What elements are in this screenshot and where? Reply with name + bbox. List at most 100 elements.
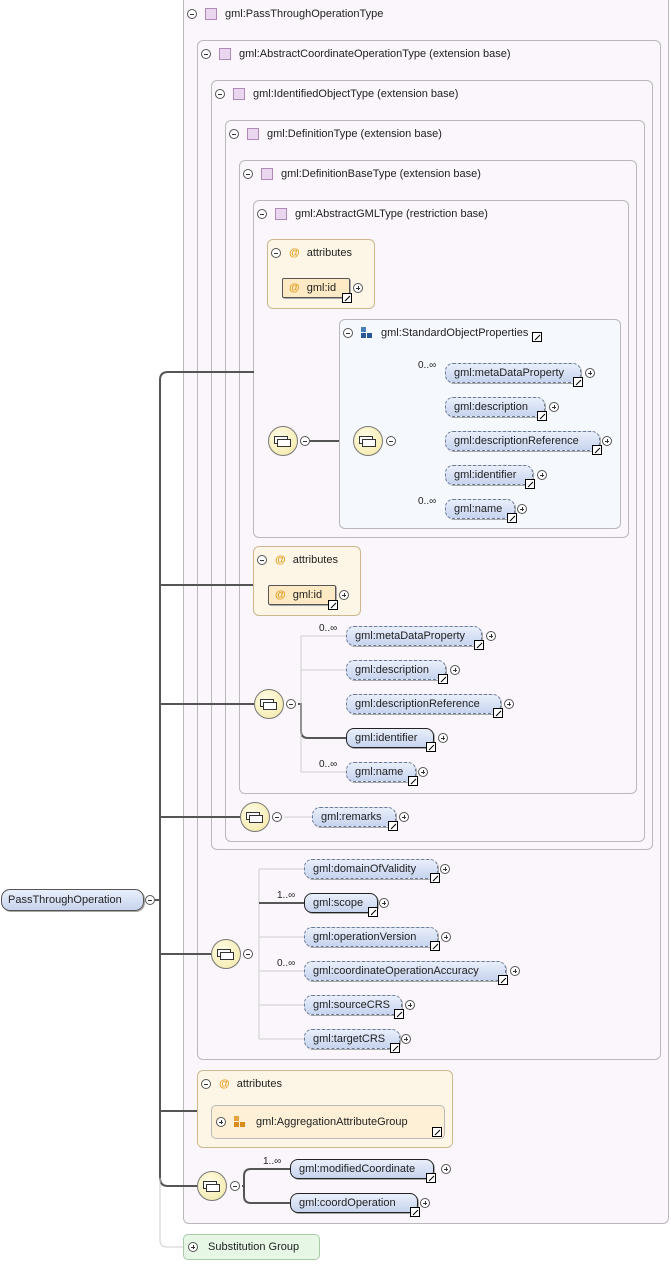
expand-toggle-icon[interactable] — [440, 864, 450, 874]
expand-toggle-icon[interactable] — [420, 1198, 430, 1208]
reference-arrow-icon[interactable] — [430, 873, 440, 883]
collapse-toggle-icon[interactable] — [243, 949, 253, 959]
attribute-group-name: gml:AggregationAttributeGroup — [256, 1116, 408, 1128]
element-sourcecrs[interactable]: gml:sourceCRS — [304, 995, 402, 1015]
collapse-toggle-icon[interactable] — [201, 49, 211, 59]
reference-arrow-icon[interactable] — [426, 1173, 436, 1183]
expand-toggle-icon[interactable] — [401, 1034, 411, 1044]
cardinality-label: 0..∞ — [277, 958, 296, 969]
element-scope[interactable]: gml:scope — [304, 893, 378, 913]
expand-toggle-icon[interactable] — [549, 402, 559, 412]
expand-toggle-icon[interactable] — [339, 590, 349, 600]
reference-arrow-icon[interactable] — [474, 640, 484, 650]
collapse-toggle-icon[interactable] — [243, 169, 253, 179]
expand-toggle-icon[interactable] — [504, 699, 514, 709]
expand-toggle-icon[interactable] — [216, 1117, 226, 1127]
collapse-toggle-icon[interactable] — [271, 248, 281, 258]
attribute-gml-id[interactable]: @ gml:id — [268, 585, 336, 605]
element-descriptionreference[interactable]: gml:descriptionReference — [445, 431, 600, 451]
element-name[interactable]: gml:name — [445, 499, 515, 519]
reference-arrow-icon[interactable] — [408, 776, 418, 786]
element-name[interactable]: gml:name — [346, 762, 416, 782]
expand-toggle-icon[interactable] — [450, 665, 460, 675]
reference-arrow-icon[interactable] — [573, 377, 583, 387]
expand-toggle-icon[interactable] — [537, 470, 547, 480]
reference-arrow-icon[interactable] — [507, 513, 517, 523]
collapse-toggle-icon[interactable] — [386, 436, 396, 446]
reference-arrow-icon[interactable] — [537, 411, 547, 421]
element-modifiedcoordinate[interactable]: gml:modifiedCoordinate — [290, 1159, 434, 1179]
reference-arrow-icon[interactable] — [592, 445, 602, 455]
element-description[interactable]: gml:description — [346, 660, 446, 680]
element-domainofvalidity[interactable]: gml:domainOfValidity — [304, 859, 438, 879]
collapse-toggle-icon[interactable] — [145, 895, 155, 905]
element-name: gml:identifier — [454, 469, 517, 481]
reference-arrow-icon[interactable] — [410, 1207, 420, 1217]
reference-arrow-icon[interactable] — [493, 708, 503, 718]
sequence-icon[interactable] — [240, 802, 270, 832]
element-remarks[interactable]: gml:remarks — [312, 807, 396, 827]
attribute-group-aggregation[interactable]: gml:AggregationAttributeGroup — [211, 1105, 445, 1139]
element-identifier[interactable]: gml:identifier — [346, 728, 434, 748]
collapse-toggle-icon[interactable] — [187, 9, 197, 19]
expand-toggle-icon[interactable] — [353, 283, 363, 293]
expand-toggle-icon[interactable] — [602, 436, 612, 446]
reference-arrow-icon[interactable] — [430, 941, 440, 951]
collapse-toggle-icon[interactable] — [229, 129, 239, 139]
collapse-toggle-icon[interactable] — [257, 209, 267, 219]
expand-toggle-icon[interactable] — [405, 1000, 415, 1010]
collapse-toggle-icon[interactable] — [201, 1079, 211, 1089]
cardinality-label: 0..∞ — [319, 623, 338, 634]
reference-arrow-icon[interactable] — [532, 332, 543, 342]
sequence-icon[interactable] — [268, 426, 298, 456]
expand-toggle-icon[interactable] — [379, 898, 389, 908]
element-description[interactable]: gml:description — [445, 397, 545, 417]
collapse-toggle-icon[interactable] — [215, 89, 225, 99]
reference-arrow-icon[interactable] — [426, 742, 436, 752]
element-name: gml:descriptionReference — [454, 435, 579, 447]
expand-toggle-icon[interactable] — [486, 631, 496, 641]
expand-toggle-icon[interactable] — [438, 733, 448, 743]
element-descriptionreference[interactable]: gml:descriptionReference — [346, 694, 501, 714]
reference-arrow-icon[interactable] — [328, 600, 338, 610]
element-identifier[interactable]: gml:identifier — [445, 465, 533, 485]
expand-toggle-icon[interactable] — [399, 812, 409, 822]
reference-arrow-icon[interactable] — [390, 1043, 400, 1053]
reference-arrow-icon[interactable] — [368, 907, 378, 917]
element-metadataproperty[interactable]: gml:metaDataProperty — [445, 363, 581, 383]
collapse-toggle-icon[interactable] — [286, 699, 296, 709]
reference-arrow-icon[interactable] — [525, 479, 535, 489]
element-targetcrs[interactable]: gml:targetCRS — [304, 1029, 400, 1049]
reference-arrow-icon[interactable] — [498, 975, 508, 985]
element-metadataproperty[interactable]: gml:metaDataProperty — [346, 626, 482, 646]
sequence-icon[interactable] — [211, 939, 241, 969]
attribute-gml-id[interactable]: @ gml:id — [282, 278, 350, 298]
expand-toggle-icon[interactable] — [188, 1242, 198, 1252]
reference-arrow-icon[interactable] — [438, 674, 448, 684]
collapse-toggle-icon[interactable] — [230, 1181, 240, 1191]
sequence-icon[interactable] — [254, 689, 284, 719]
sequence-icon[interactable] — [353, 426, 383, 456]
collapse-toggle-icon[interactable] — [300, 436, 310, 446]
element-coordinateoperationaccuracy[interactable]: gml:coordinateOperationAccuracy — [304, 961, 506, 981]
expand-toggle-icon[interactable] — [441, 1164, 451, 1174]
element-name: gml:modifiedCoordinate — [299, 1163, 416, 1175]
reference-arrow-icon[interactable] — [388, 821, 398, 831]
reference-arrow-icon[interactable] — [394, 1009, 404, 1019]
expand-toggle-icon[interactable] — [517, 504, 527, 514]
expand-toggle-icon[interactable] — [418, 767, 428, 777]
root-element-passthroughoperation[interactable]: PassThroughOperation — [1, 889, 144, 911]
element-operationversion[interactable]: gml:operationVersion — [304, 927, 438, 947]
sequence-icon[interactable] — [197, 1171, 227, 1201]
collapse-toggle-icon[interactable] — [272, 812, 282, 822]
collapse-toggle-icon[interactable] — [343, 328, 353, 338]
expand-toggle-icon[interactable] — [441, 932, 451, 942]
collapse-toggle-icon[interactable] — [257, 555, 267, 565]
expand-toggle-icon[interactable] — [510, 966, 520, 976]
group-name: gml:StandardObjectProperties — [381, 327, 529, 339]
reference-arrow-icon[interactable] — [432, 1127, 442, 1137]
expand-toggle-icon[interactable] — [585, 368, 595, 378]
reference-arrow-icon[interactable] — [342, 293, 352, 303]
element-coordoperation[interactable]: gml:coordOperation — [290, 1193, 418, 1213]
substitution-group[interactable]: Substitution Group — [183, 1234, 320, 1260]
